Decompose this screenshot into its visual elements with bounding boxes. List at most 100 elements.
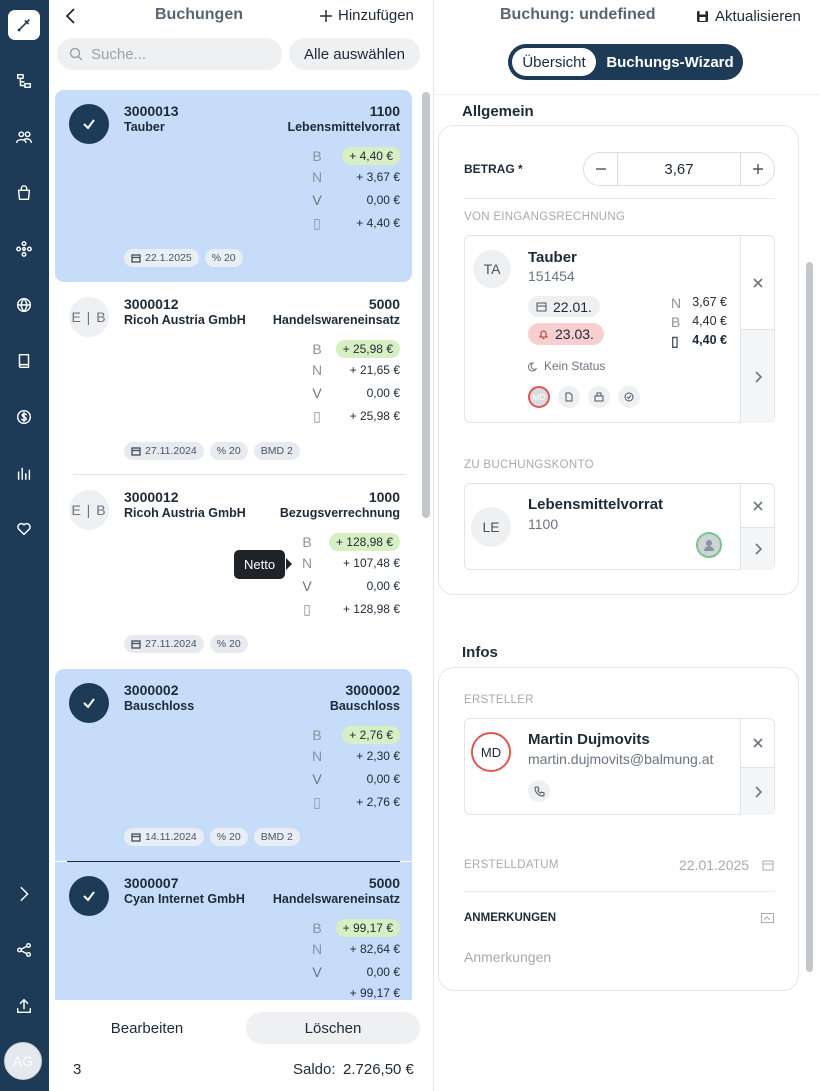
calendar-icon[interactable] xyxy=(762,859,774,871)
booking-name: Ricoh Austria GmbH xyxy=(124,506,246,520)
list-item[interactable]: 3000002 Bauschloss 3000002 Bauschloss B +… xyxy=(55,669,412,861)
vat-letter: V xyxy=(302,578,312,594)
remove-creator-button[interactable] xyxy=(740,719,774,767)
network-icon[interactable] xyxy=(12,237,36,261)
decrement-button[interactable] xyxy=(584,153,618,185)
gross-letter: B xyxy=(671,314,681,330)
open-icon: ▯ xyxy=(313,214,321,231)
creator-initials: MD xyxy=(471,732,511,772)
open-invoice-button[interactable] xyxy=(740,329,774,423)
chevron-right-icon[interactable] xyxy=(12,882,36,906)
edit-button[interactable]: Bearbeiten xyxy=(71,1012,223,1044)
notes-input[interactable]: Anmerkungen xyxy=(464,949,551,965)
gross-value: + 128,98 € xyxy=(328,533,400,551)
share-icon[interactable] xyxy=(12,938,36,962)
net-letter: N xyxy=(311,169,323,185)
moon-icon xyxy=(528,361,538,371)
list-item[interactable]: 3000007 Cyan Internet GmbH 5000 Handelsw… xyxy=(55,862,412,1000)
book-icon[interactable] xyxy=(12,349,36,373)
vat-value: 0,00 € xyxy=(366,772,400,786)
date-tag: 27.11.2024 xyxy=(124,635,204,653)
date-tag: 27.11.2024 xyxy=(124,442,204,460)
date-tag-text: 22.1.2025 xyxy=(145,252,192,264)
vat-letter: V xyxy=(312,771,322,787)
upload-icon[interactable] xyxy=(12,994,36,1018)
tooltip-arrow xyxy=(286,558,292,570)
user-avatar[interactable]: MD xyxy=(528,386,550,408)
tab-overview[interactable]: Übersicht xyxy=(512,48,596,76)
minus-icon xyxy=(595,168,606,170)
notes-label: ANMERKUNGEN xyxy=(464,912,556,924)
due-date: 23.03. xyxy=(555,326,594,342)
infos-section: ERSTELLER MD Martin Dujmovits martin.duj… xyxy=(438,667,799,991)
detail-scrollbar[interactable] xyxy=(806,262,813,972)
detail-title: Buchung: undefined xyxy=(500,6,656,23)
checked-icon[interactable] xyxy=(69,876,109,916)
open-account-button[interactable] xyxy=(740,527,774,570)
back-chevron-icon[interactable] xyxy=(63,6,79,26)
plus-icon xyxy=(752,164,763,174)
creator-card[interactable]: MD Martin Dujmovits martin.dujmovits@bal… xyxy=(464,718,775,815)
chevron-right-icon xyxy=(754,370,762,383)
vat-letter: V xyxy=(312,192,322,208)
selected-count: 3 xyxy=(73,1061,82,1078)
net-value: + 107,48 € xyxy=(342,556,400,570)
invoice-date: 22.01. xyxy=(553,298,592,315)
account-card[interactable]: LE Lebensmittelvorrat 1100 xyxy=(464,483,775,570)
search-input[interactable]: Suche... xyxy=(57,38,282,70)
invoice-amounts: N 3,67 € B 4,40 € ▯ 4,40 € xyxy=(671,295,727,352)
account-number: 1100 xyxy=(528,516,559,532)
tax-tag: % 20 xyxy=(209,635,248,653)
delete-button[interactable]: Löschen xyxy=(246,1012,420,1044)
workflow-icon[interactable] xyxy=(12,69,36,93)
creator-name: Martin Dujmovits xyxy=(528,731,650,748)
calendar-icon xyxy=(131,640,141,649)
list-item[interactable]: 3000013 Tauber 1100 Lebensmittelvorrat B… xyxy=(55,90,412,282)
amount-input[interactable]: 3,67 xyxy=(618,153,740,185)
increment-button[interactable] xyxy=(740,153,774,185)
list-scrollbar[interactable] xyxy=(422,92,430,518)
open-value: + 2,76 € xyxy=(356,795,400,809)
checked-icon[interactable] xyxy=(69,683,109,723)
account-number: 5000 xyxy=(368,296,400,312)
amount-stepper[interactable]: 3,67 xyxy=(583,152,775,186)
cash-register-icon[interactable] xyxy=(588,386,610,408)
app-logo-icon[interactable] xyxy=(8,10,40,40)
tax-tag: % 20 xyxy=(204,249,243,267)
expand-icon[interactable] xyxy=(761,913,774,923)
account-number: 1000 xyxy=(368,489,400,505)
account-name: Lebensmittelvorrat xyxy=(287,120,400,134)
calendar-icon xyxy=(131,447,141,456)
heart-icon[interactable] xyxy=(12,517,36,541)
bar-chart-icon[interactable] xyxy=(12,461,36,485)
open-icon: ▯ xyxy=(303,600,311,617)
shopping-bag-icon[interactable] xyxy=(12,181,36,205)
date-tag-text: 27.11.2024 xyxy=(145,445,197,457)
open-creator-button[interactable] xyxy=(740,767,774,815)
globe-icon[interactable] xyxy=(12,293,36,317)
select-all-button[interactable]: Alle auswählen xyxy=(289,38,420,70)
net-value: + 3,67 € xyxy=(356,170,400,184)
invoice-card[interactable]: TA Tauber 151454 22.01. 23.03. Kein Stat… xyxy=(464,235,775,423)
remove-invoice-button[interactable] xyxy=(740,236,774,330)
close-icon xyxy=(752,278,763,288)
date-tag-text: 27.11.2024 xyxy=(145,638,197,650)
divider xyxy=(434,94,820,95)
dollar-icon[interactable] xyxy=(12,405,36,429)
users-icon[interactable] xyxy=(12,125,36,149)
avatar[interactable]: AG xyxy=(4,1042,42,1080)
invoice-open: 4,40 € xyxy=(692,333,727,347)
list-item[interactable]: E | B 3000012 Ricoh Austria GmbH 5000 Ha… xyxy=(55,283,412,475)
add-button[interactable]: Hinzufügen xyxy=(319,7,414,24)
booking-number: 3000012 xyxy=(124,296,179,312)
vat-letter: V xyxy=(312,964,322,980)
checked-icon[interactable] xyxy=(69,104,109,144)
remove-account-button[interactable] xyxy=(740,484,774,527)
check-circle-icon[interactable] xyxy=(618,386,640,408)
calendar-icon xyxy=(536,302,547,312)
document-icon[interactable] xyxy=(558,386,580,408)
tab-wizard[interactable]: Buchungs-Wizard xyxy=(600,48,740,76)
account-name: Lebensmittelvorrat xyxy=(528,496,664,513)
phone-icon[interactable] xyxy=(528,780,550,802)
refresh-button[interactable]: Aktualisieren xyxy=(696,8,801,25)
